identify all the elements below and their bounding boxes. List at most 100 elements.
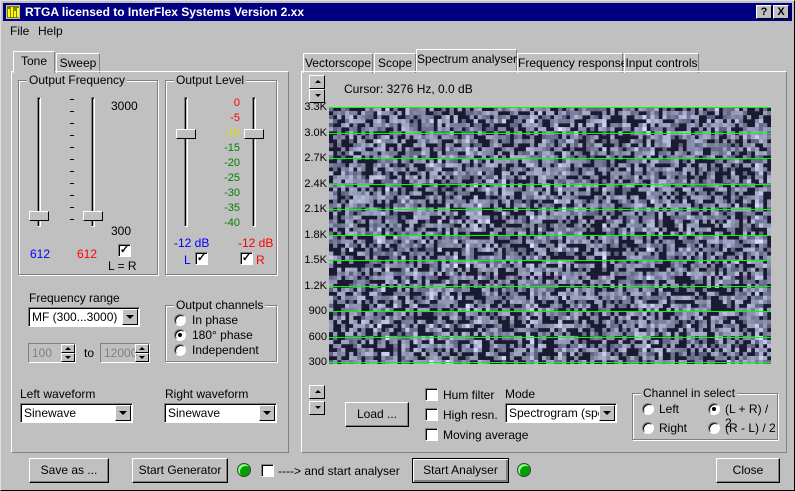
- tab-spectrum-analyser[interactable]: Spectrum analyser: [416, 49, 517, 71]
- lower-up-button[interactable]: [309, 385, 325, 399]
- spin-down-icon[interactable]: [61, 353, 75, 362]
- chevron-down-icon[interactable]: [259, 405, 275, 421]
- level-tick: -20: [224, 157, 240, 169]
- level-left-label: L: [184, 253, 191, 267]
- freq-right-track: [91, 97, 95, 227]
- axis-label: 2.1K: [304, 203, 327, 215]
- level-tick: -40: [224, 217, 240, 229]
- tab-sweep[interactable]: Sweep: [56, 53, 100, 73]
- level-tick: 0: [233, 97, 240, 109]
- level-scale: 0 -5 -10 -15 -20 -25 -30 -35 -40: [210, 97, 240, 232]
- generator-led-icon: [237, 463, 251, 477]
- menu-bar: File Help: [3, 22, 792, 40]
- output-level-label: Output Level: [174, 73, 247, 87]
- link-lr-checkbox[interactable]: ✓: [118, 244, 131, 257]
- spin-down-icon[interactable]: [135, 353, 149, 362]
- frequency-range-value: MF (300...3000): [32, 310, 118, 324]
- spin-up-icon[interactable]: [61, 344, 75, 353]
- freq-right-slider[interactable]: [83, 211, 103, 221]
- level-tick: -15: [224, 142, 240, 154]
- main-window: RTGA licensed to InterFlex Systems Versi…: [0, 0, 795, 491]
- radio-right[interactable]: [642, 422, 654, 434]
- level-right-track: [252, 97, 256, 227]
- radio-independent[interactable]: [174, 344, 186, 356]
- mode-select[interactable]: Spectrogram (spee: [505, 403, 617, 423]
- radio-in-phase[interactable]: [174, 314, 186, 326]
- axis-label: 1.5K: [304, 254, 327, 266]
- frequency-axis: 3.3K 3.0K 2.7K 2.4K 2.1K 1.8K 1.5K 1.2K 900 600 30…: [302, 101, 328, 368]
- in-phase-label: In phase: [192, 313, 239, 327]
- right-waveform-select[interactable]: Sinewave: [164, 403, 277, 423]
- menu-file[interactable]: File: [10, 24, 29, 38]
- level-tick: -35: [224, 202, 240, 214]
- radio-l-plus-r[interactable]: [708, 403, 720, 415]
- radio-r-minus-l[interactable]: [708, 422, 720, 434]
- output-channels-label: Output channels: [174, 298, 266, 312]
- axis-label: 900: [308, 305, 327, 317]
- level-left-value: -12 dB: [174, 236, 210, 250]
- freq-min-label: 300: [111, 224, 132, 238]
- left-waveform-select[interactable]: Sinewave: [20, 403, 133, 423]
- load-button[interactable]: Load ...: [345, 402, 409, 427]
- spectrum-panel: Cursor: 3276 Hz, 0.0 dB 3.3K 3.0K 2.7K 2.4K…: [301, 71, 787, 453]
- to-label: to: [84, 346, 95, 360]
- level-tick: -25: [224, 172, 240, 184]
- lower-down-button[interactable]: [309, 401, 325, 415]
- high-resn-checkbox[interactable]: [425, 408, 438, 421]
- start-generator-button[interactable]: Start Generator: [132, 458, 228, 483]
- level-right-checkbox[interactable]: ✓: [240, 252, 253, 265]
- output-channels-group: Output channels In phase 180° phase Inde…: [165, 298, 277, 362]
- 180-phase-label: 180° phase: [192, 328, 253, 342]
- chevron-down-icon[interactable]: [599, 405, 615, 421]
- close-button[interactable]: Close: [716, 458, 780, 483]
- frequency-from-spinner[interactable]: 100: [28, 343, 76, 363]
- frequency-from-value: 100: [32, 346, 53, 360]
- title-bar: RTGA licensed to InterFlex Systems Versi…: [3, 3, 792, 21]
- freq-max-label: 3000: [111, 99, 138, 113]
- axis-label: 3.3K: [304, 101, 327, 113]
- frequency-to-spinner[interactable]: 12000: [100, 343, 150, 363]
- moving-average-checkbox[interactable]: [425, 428, 438, 441]
- left-waveform-value: Sinewave: [24, 406, 77, 420]
- level-right-slider[interactable]: [244, 129, 264, 139]
- radio-180-phase[interactable]: [174, 329, 186, 341]
- axis-label: 3.0K: [304, 127, 327, 139]
- save-as-button[interactable]: Save as ...: [29, 458, 109, 483]
- chevron-down-icon[interactable]: [122, 309, 138, 325]
- independent-label: Independent: [192, 343, 259, 357]
- frequency-range-label: Frequency range: [29, 291, 120, 305]
- tab-frequency-response[interactable]: Frequency response: [517, 53, 627, 73]
- hum-filter-checkbox[interactable]: [425, 388, 438, 401]
- axis-label: 1.2K: [304, 280, 327, 292]
- output-level-group: Output Level 0 -5 -10 -15 -20 -25 -30 -3…: [165, 73, 277, 275]
- menu-help[interactable]: Help: [38, 24, 63, 38]
- hum-filter-label: Hum filter: [443, 388, 495, 402]
- link-lr-label: L = R: [108, 259, 137, 273]
- right-waveform-value: Sinewave: [168, 406, 221, 420]
- mode-label: Mode: [505, 387, 536, 401]
- tab-input-controls[interactable]: Input controls: [624, 53, 699, 73]
- spectrogram-display[interactable]: [329, 107, 771, 364]
- radio-left[interactable]: [642, 403, 654, 415]
- level-right-label: R: [256, 253, 265, 267]
- chevron-down-icon[interactable]: [115, 405, 131, 421]
- freq-left-slider[interactable]: [29, 211, 49, 221]
- level-left-checkbox[interactable]: ✓: [195, 252, 208, 265]
- close-window-button[interactable]: X: [773, 5, 789, 19]
- level-right-value: -12 dB: [238, 236, 274, 250]
- app-icon: [6, 5, 20, 19]
- start-analyser-button[interactable]: Start Analyser: [412, 458, 509, 483]
- axis-label: 2.4K: [304, 178, 327, 190]
- tab-scope[interactable]: Scope: [374, 53, 416, 73]
- frequency-to-value: 12000: [104, 346, 138, 360]
- scroll-up-button[interactable]: [309, 75, 325, 89]
- axis-label: 2.7K: [304, 152, 327, 164]
- frequency-range-select[interactable]: MF (300...3000): [28, 307, 140, 327]
- help-button[interactable]: ?: [756, 5, 772, 19]
- tab-tone[interactable]: Tone: [13, 51, 55, 73]
- level-left-slider[interactable]: [176, 129, 196, 139]
- spin-up-icon[interactable]: [135, 344, 149, 353]
- and-start-analyser-checkbox[interactable]: [261, 464, 274, 477]
- axis-label: 1.8K: [304, 229, 327, 241]
- tab-vectorscope[interactable]: Vectorscope: [303, 53, 373, 73]
